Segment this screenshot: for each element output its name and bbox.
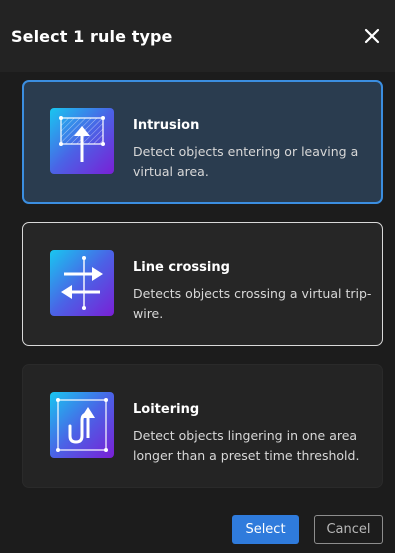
dialog-header: Select 1 rule type: [0, 0, 395, 72]
rule-card-loitering[interactable]: Loitering Detect objects lingering in on…: [22, 364, 383, 488]
rule-description: Detect objects lingering in one area lon…: [133, 428, 360, 463]
rule-name: Loitering: [133, 402, 200, 417]
rule-description: Detect objects entering or leaving a vir…: [133, 144, 359, 179]
dialog-title: Select 1 rule type: [11, 27, 173, 46]
rule-type-dialog: Select 1 rule type Intrusion Detect obje…: [0, 0, 395, 553]
cancel-button[interactable]: Cancel: [314, 515, 383, 544]
rule-name: Line crossing: [133, 260, 230, 275]
intrusion-icon: [50, 108, 114, 174]
select-button[interactable]: Select: [232, 515, 299, 544]
rule-card-intrusion[interactable]: Intrusion Detect objects entering or lea…: [22, 80, 383, 204]
close-icon[interactable]: [362, 26, 382, 46]
rule-name: Intrusion: [133, 118, 200, 133]
rule-description: Detects objects crossing a virtual trip-…: [133, 286, 372, 321]
loitering-icon: [50, 392, 114, 458]
line-crossing-icon: [50, 250, 114, 316]
rule-card-line-crossing[interactable]: Line crossing Detects objects crossing a…: [22, 222, 383, 346]
